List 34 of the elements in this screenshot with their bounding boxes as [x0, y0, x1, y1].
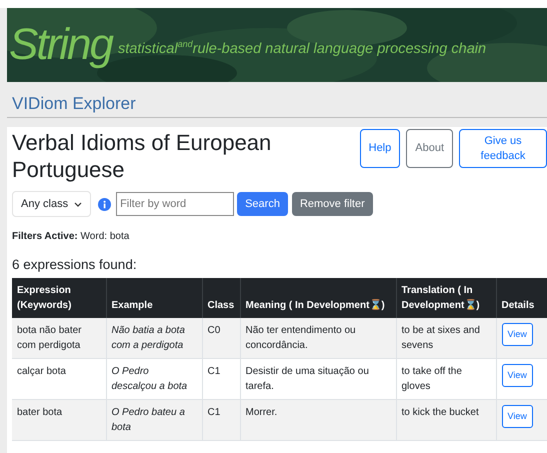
view-button[interactable]: View [502, 405, 533, 428]
table-cell: C1 [202, 400, 240, 440]
chevron-icon [74, 202, 82, 206]
result-count: 6 expressions found: [12, 257, 138, 272]
remove-filter-button[interactable]: Remove filter [292, 192, 373, 216]
column-header: Class [202, 278, 240, 318]
page-title: Verbal Idioms of European Portuguese [12, 129, 272, 183]
table-cell: bater bota [12, 400, 106, 440]
column-header: Meaning ( In Development⌛) [240, 278, 396, 318]
info-icon[interactable] [98, 198, 112, 210]
search-button[interactable]: Search [237, 192, 288, 216]
column-header: Translation ( In Development⌛) [396, 278, 496, 318]
table-cell: Morrer. [240, 400, 396, 440]
filters-active-text: Filters Active: Word: bota [12, 231, 130, 242]
table-cell: O Pedro bateu a bota [106, 400, 202, 440]
column-header: Expression (Keywords) [12, 278, 106, 318]
header-button[interactable]: Give us feedback [459, 129, 547, 168]
view-button[interactable]: View [502, 323, 533, 346]
table-cell: Não ter entendimento ou concordância. [240, 318, 396, 358]
search-field[interactable]: Filter by word [116, 192, 234, 216]
header-button[interactable]: Help [360, 129, 400, 168]
table-cell: C0 [202, 318, 240, 358]
column-header: Example [106, 278, 202, 318]
table-cell: to be at sixes and sevens [396, 318, 496, 358]
logo-text: String [9, 23, 112, 67]
table-cell: bota não bater com perdigota [12, 318, 106, 358]
header-button[interactable]: About [406, 129, 453, 168]
table-cell: Não batia a bota com a perdigota [106, 318, 202, 358]
app-title: VIDiom Explorer [7, 82, 547, 118]
class-select[interactable]: Any class [12, 191, 92, 217]
table-cell: to kick the bucket [396, 400, 496, 440]
view-button[interactable]: View [502, 364, 533, 387]
tagline: statistical$^{and}$rule-based natural language processing chain [118, 39, 486, 57]
column-header: Details [496, 278, 547, 318]
